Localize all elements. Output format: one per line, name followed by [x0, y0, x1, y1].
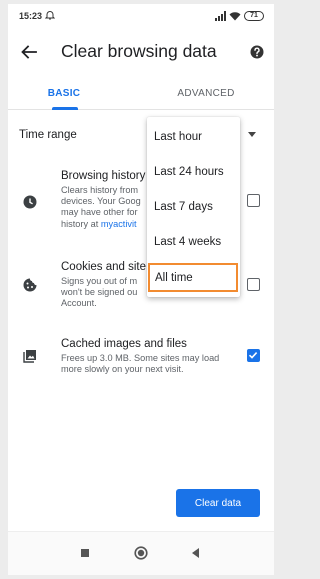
image-icon [23, 350, 36, 363]
notification-bell-icon [45, 11, 55, 20]
myactivity-link[interactable]: myactivit [101, 219, 137, 229]
time-range-label: Time range [19, 129, 77, 141]
time-range-menu: Last hour Last 24 hours Last 7 days Last… [147, 117, 240, 297]
cookies-checkbox[interactable] [247, 278, 260, 291]
nav-back-icon[interactable] [192, 548, 199, 558]
tab-bar: BASIC ADVANCED [8, 76, 274, 110]
menu-item-last-7-days[interactable]: Last 7 days [147, 192, 240, 222]
navigation-bar [8, 531, 274, 575]
option-description: Frees up 3.0 MB. Some sites may load mor… [61, 353, 220, 375]
menu-item-last-4-weeks[interactable]: Last 4 weeks [147, 227, 240, 257]
cache-checkbox[interactable] [247, 349, 260, 362]
option-cached-images[interactable]: Cached images and files Frees up 3.0 MB.… [8, 335, 274, 385]
desc-text: history at [61, 218, 99, 229]
checkmark-icon [248, 352, 258, 359]
signal-icon [215, 11, 226, 21]
tab-advanced[interactable]: ADVANCED [166, 76, 246, 110]
wifi-icon [229, 12, 241, 21]
tab-basic[interactable]: BASIC [28, 76, 100, 110]
desc-line: Account. [61, 298, 97, 309]
menu-item-last-hour[interactable]: Last hour [147, 122, 240, 152]
battery-level: 71 [250, 12, 258, 19]
option-title: Cached images and files [61, 338, 187, 350]
cookie-icon [23, 278, 37, 292]
dropdown-arrow-icon[interactable] [248, 132, 256, 137]
status-time: 15:23 [19, 11, 43, 21]
app-bar: Clear browsing data [8, 30, 274, 76]
clock-icon [23, 195, 37, 209]
status-icons: 71 [215, 10, 264, 22]
page-title: Clear browsing data [61, 41, 217, 61]
history-checkbox[interactable] [247, 194, 260, 207]
phone-screen: 15:23 71 Clear browsing data BASIC ADVAN… [8, 4, 274, 575]
help-icon[interactable] [250, 45, 264, 59]
arrow-back-icon[interactable] [19, 42, 39, 62]
menu-item-last-24-hours[interactable]: Last 24 hours [147, 157, 240, 187]
clear-data-button[interactable]: Clear data [176, 489, 260, 517]
option-title: Browsing history [61, 170, 146, 182]
tab-indicator [52, 107, 78, 110]
battery-icon: 71 [244, 11, 264, 21]
status-bar: 15:23 71 [8, 4, 274, 30]
home-icon[interactable] [134, 546, 148, 560]
menu-item-all-time[interactable]: All time [148, 263, 238, 292]
recent-apps-icon[interactable] [81, 549, 89, 557]
option-title: Cookies and site [61, 261, 147, 273]
